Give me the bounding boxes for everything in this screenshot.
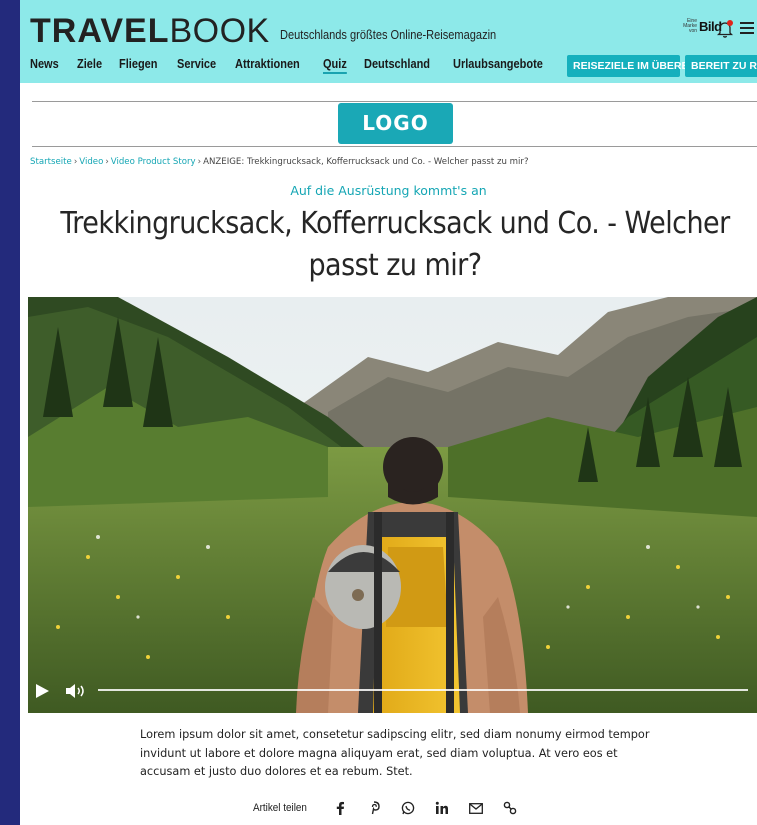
breadcrumb-separator: › (105, 157, 109, 167)
site-logo[interactable]: TRAVELBOOK (30, 14, 270, 48)
nav-item-urlaubsangebote[interactable]: Urlaubsangebote (453, 57, 543, 71)
share-bar: Artikel teilen (20, 801, 757, 815)
nav-item-attraktionen[interactable]: Attraktionen (235, 57, 300, 71)
share-label: Artikel teilen (252, 802, 307, 814)
video-player[interactable] (28, 297, 757, 713)
video-thumbnail-hiker-in-valley (28, 297, 757, 713)
bereit-zu-reisen-button[interactable]: BEREIT ZU REISEN (685, 55, 757, 77)
hamburger-menu-icon[interactable] (740, 22, 754, 36)
breadcrumb-current: ANZEIGE: Trekkingrucksack, Kofferrucksac… (203, 157, 529, 167)
brand-bold: TRAVEL (30, 12, 170, 50)
breadcrumb-link-startseite[interactable]: Startseite (30, 157, 72, 167)
article-description: Lorem ipsum dolor sit amet, consetetur s… (140, 728, 650, 778)
play-icon[interactable] (34, 683, 50, 699)
nav-item-fliegen[interactable]: Fliegen (119, 57, 158, 71)
nav-item-ziele[interactable]: Ziele (77, 57, 102, 71)
brand-light: BOOK (169, 12, 270, 50)
site-header: TRAVELBOOK Deutschlands größtes Online-R… (20, 0, 757, 83)
bild-brand-mark[interactable]: Eine Marke von Bild (679, 18, 722, 35)
bell-icon[interactable] (716, 20, 734, 38)
article-headline: Trekkingrucksack, Kofferrucksack und Co.… (58, 203, 733, 287)
volume-icon[interactable] (65, 683, 87, 699)
whatsapp-icon[interactable] (401, 801, 415, 815)
breadcrumb-separator: › (197, 157, 202, 167)
divider-bottom (32, 146, 757, 147)
pinterest-icon[interactable] (367, 801, 381, 815)
breadcrumb: Startseite › Video › Video Product Story › ANZ… (30, 157, 529, 167)
tagline: Deutschlands größtes Online-Reisemagazin (279, 26, 496, 42)
headline-line-1: Trekkingrucksack, Kofferrucksack und Co.… (60, 206, 730, 241)
reiseziele-button[interactable]: REISEZIELE IM ÜBERBLICK (567, 55, 714, 77)
brand-row: TRAVELBOOK Deutschlands größtes Online-R… (30, 14, 534, 48)
mail-icon[interactable] (469, 801, 484, 815)
breadcrumb-link-video-product-story[interactable]: Video Product Story (111, 157, 196, 167)
linkedin-icon[interactable] (435, 801, 449, 815)
headline-line-2: passt zu mir? (308, 248, 482, 283)
nav-item-news[interactable]: News (30, 57, 59, 71)
article-kicker: Auf die Ausrüstung kommt's an (290, 183, 487, 198)
divider-top (32, 101, 757, 102)
logo-placeholder: LOGO (338, 103, 453, 144)
facebook-icon[interactable] (333, 801, 347, 815)
nav-item-deutschland[interactable]: Deutschland (364, 57, 430, 71)
breadcrumb-link-video[interactable]: Video (79, 157, 103, 167)
notification-dot (727, 20, 733, 26)
nav-item-service[interactable]: Service (177, 57, 216, 71)
bild-brand-caption: Eine Marke von (683, 18, 697, 34)
main-nav: News Ziele Fliegen Service Attraktionen … (30, 57, 569, 71)
page: TRAVELBOOK Deutschlands größtes Online-R… (20, 0, 757, 825)
nav-item-quiz[interactable]: Quiz (323, 57, 347, 71)
breadcrumb-separator: › (73, 157, 78, 167)
link-icon[interactable] (503, 801, 517, 815)
video-progress-bar[interactable] (98, 689, 748, 691)
